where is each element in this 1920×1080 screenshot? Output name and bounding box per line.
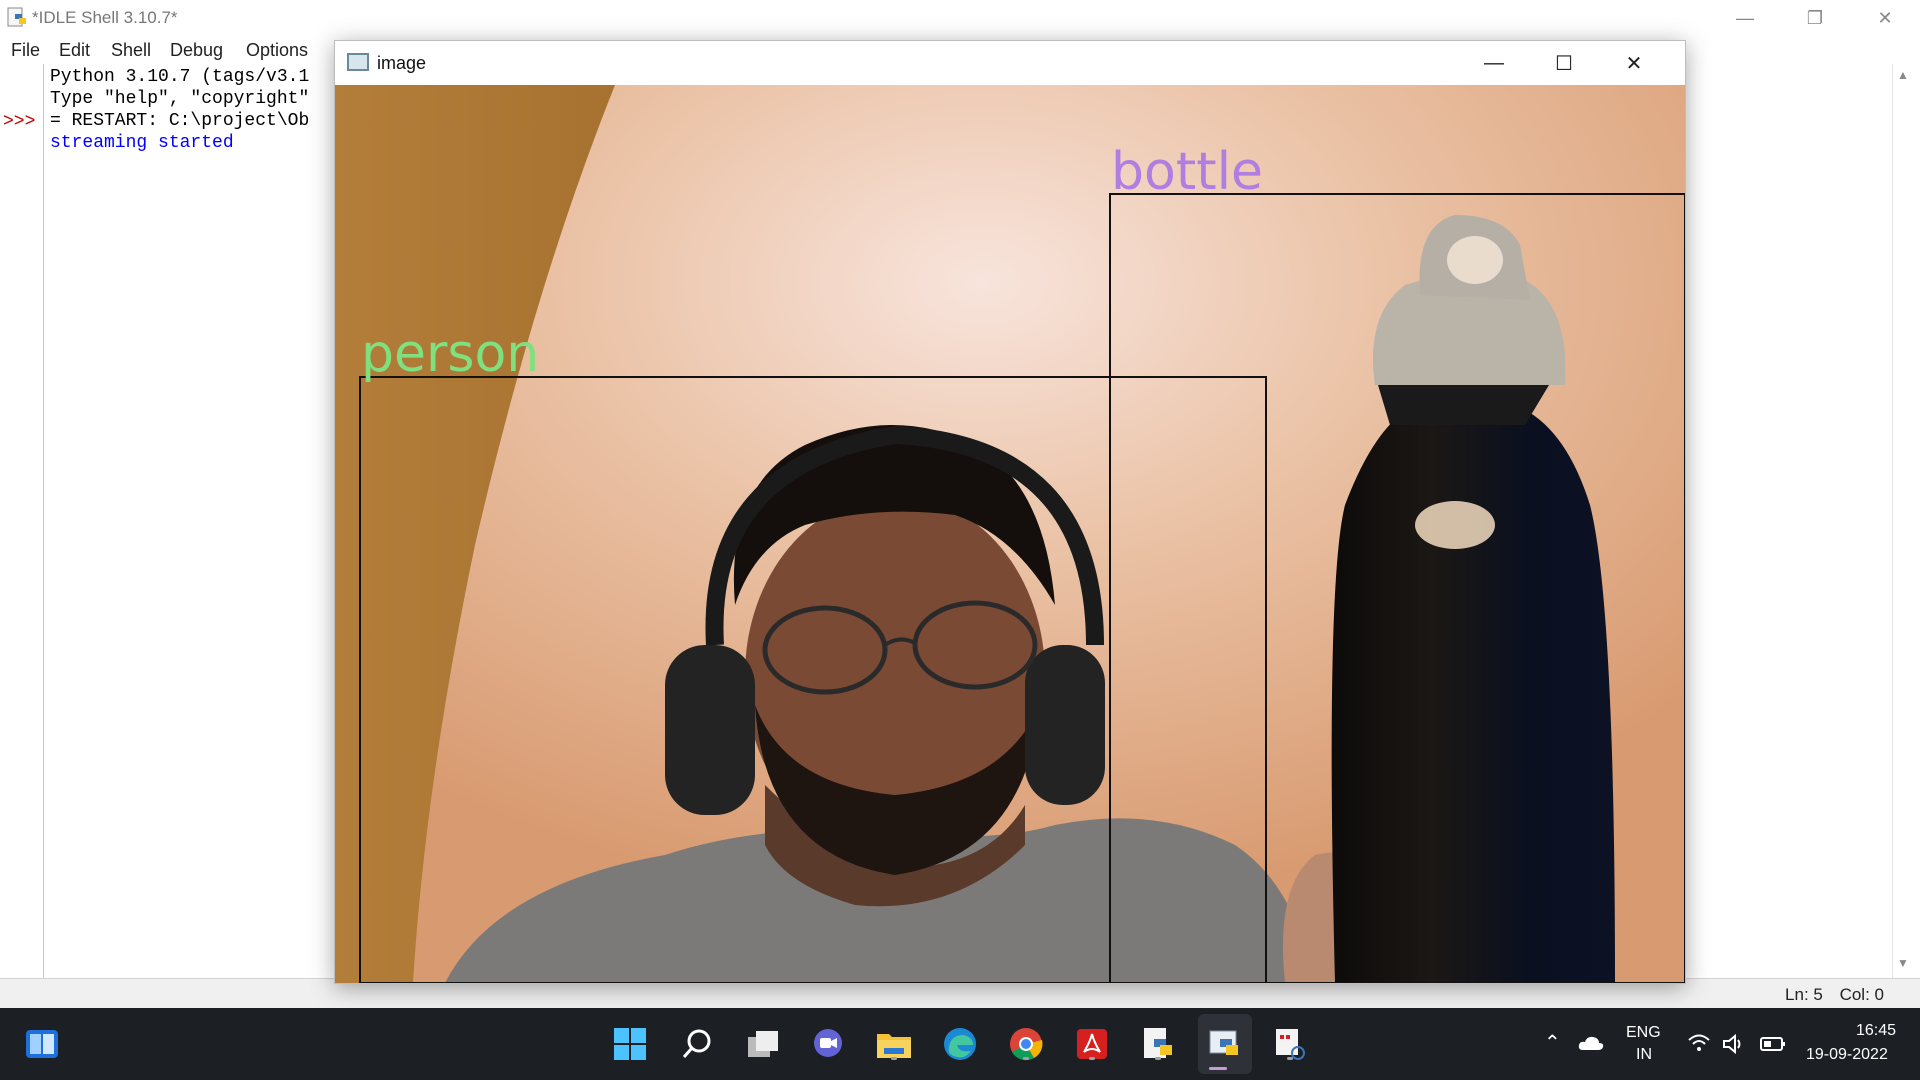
chat-icon — [814, 1029, 842, 1057]
taskbar: ⌃ ENG IN 16:45 19-09-2022 — [0, 1008, 1920, 1080]
edge-icon — [944, 1028, 976, 1060]
menu-options[interactable]: Options — [246, 40, 308, 61]
menu-debug[interactable]: Debug — [170, 40, 223, 61]
widgets-button[interactable] — [22, 1024, 62, 1064]
show-hidden-icons-chevron-icon[interactable]: ⌃ — [1544, 1030, 1561, 1055]
bottle-label: bottle — [1111, 142, 1263, 202]
input-region[interactable]: IN — [1636, 1046, 1652, 1064]
idle-titlebar[interactable]: *IDLE Shell 3.10.7* — ❐ ✕ — [0, 0, 1920, 36]
vertical-scrollbar[interactable]: ▲ ▼ — [1892, 64, 1912, 978]
close-button[interactable]: ✕ — [1850, 0, 1920, 36]
webcam-frame: person bottle — [335, 85, 1685, 983]
shell-line: = RESTART: C:\project\Ob — [50, 111, 310, 131]
python-idle-icon — [7, 7, 26, 27]
minimize-icon: — — [1736, 7, 1754, 28]
battery-icon[interactable] — [1760, 1036, 1786, 1052]
start-button[interactable] — [610, 1024, 650, 1064]
chrome-icon — [1010, 1028, 1043, 1061]
restore-button[interactable]: ❐ — [1780, 0, 1850, 36]
headphone-right — [1025, 645, 1105, 805]
prompt-gutter: >>> — [0, 64, 44, 978]
column-number: Col: 0 — [1839, 985, 1884, 1004]
snipping-tool-icon — [1276, 1029, 1305, 1060]
scroll-up-icon[interactable]: ▲ — [1897, 68, 1909, 82]
menu-shell[interactable]: Shell — [111, 40, 151, 61]
widgets-icon — [26, 1030, 58, 1058]
volume-icon[interactable] — [1722, 1034, 1746, 1054]
file-explorer-button[interactable] — [874, 1024, 914, 1064]
edge-button[interactable] — [940, 1024, 980, 1064]
chat-button[interactable] — [808, 1024, 848, 1064]
shell-output[interactable]: Python 3.10.7 (tags/v3.1 Type "help", "co… — [50, 66, 309, 154]
python-file-icon — [1144, 1028, 1172, 1058]
input-language[interactable]: ENG — [1626, 1024, 1661, 1042]
window-icon — [347, 53, 369, 71]
clock-time[interactable]: 16:45 — [1856, 1022, 1896, 1040]
idle-taskbar-button[interactable] — [1198, 1014, 1252, 1074]
file-explorer-icon — [877, 1034, 911, 1058]
image-window-titlebar[interactable]: image — ☐ ✕ — [335, 41, 1685, 85]
menu-edit[interactable]: Edit — [59, 40, 90, 61]
chrome-button[interactable] — [1006, 1024, 1046, 1064]
shell-line: streaming started — [50, 133, 234, 153]
snipping-tool-button[interactable] — [1270, 1024, 1310, 1064]
minimize-icon: — — [1484, 51, 1504, 74]
task-view-button[interactable] — [743, 1024, 783, 1064]
close-icon: ✕ — [1625, 52, 1643, 75]
wifi-icon[interactable] — [1688, 1034, 1710, 1052]
window-title: *IDLE Shell 3.10.7* — [32, 8, 178, 27]
acrobat-icon — [1077, 1029, 1107, 1059]
image-maximize-button[interactable]: ☐ — [1529, 41, 1599, 85]
start-icon — [614, 1028, 646, 1060]
shell-line: Type "help", "copyright" — [50, 89, 310, 109]
image-minimize-button[interactable]: — — [1459, 41, 1529, 85]
headphone-left — [665, 645, 755, 815]
search-icon — [682, 1029, 711, 1058]
shell-line: Python 3.10.7 (tags/v3.1 — [50, 67, 310, 87]
acrobat-button[interactable] — [1072, 1024, 1112, 1064]
maximize-icon: ☐ — [1555, 52, 1573, 75]
image-window-title: image — [377, 53, 427, 73]
image-window: image — ☐ ✕ person bottle — [334, 40, 1686, 984]
idle-icon — [1209, 1030, 1238, 1055]
restore-icon: ❐ — [1806, 7, 1824, 28]
menu-file[interactable]: File — [11, 40, 40, 61]
webcam-image: person bottle — [335, 85, 1685, 983]
task-view-icon — [748, 1031, 778, 1057]
clock-date[interactable]: 19-09-2022 — [1806, 1046, 1888, 1064]
search-button[interactable] — [677, 1024, 717, 1064]
cursor-position: Ln: 5 Col: 0 — [1773, 985, 1884, 1005]
close-icon: ✕ — [1877, 7, 1893, 28]
bottle — [1331, 405, 1615, 983]
image-close-button[interactable]: ✕ — [1599, 41, 1669, 85]
minimize-button[interactable]: — — [1710, 0, 1780, 36]
person-label: person — [361, 324, 539, 384]
onedrive-icon[interactable] — [1578, 1034, 1604, 1052]
line-number: Ln: 5 — [1785, 985, 1823, 1004]
python-file-button[interactable] — [1138, 1024, 1178, 1064]
scroll-down-icon[interactable]: ▼ — [1897, 956, 1909, 970]
shell-prompt: >>> — [3, 112, 36, 132]
